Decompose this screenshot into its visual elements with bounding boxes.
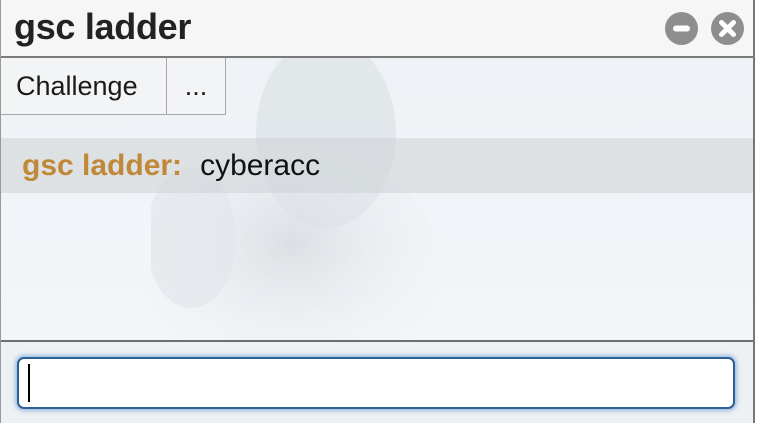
more-options-button[interactable]: ... [166,58,226,115]
close-button[interactable] [711,12,744,45]
title-bar[interactable]: gsc ladder [1,0,753,58]
chat-log: Challenge ... gsc ladder: cyberacc [1,58,753,340]
minimize-button[interactable] [665,12,698,45]
x-circle-icon [719,20,736,37]
message-username[interactable]: gsc ladder: [22,149,182,183]
window-title: gsc ladder [14,6,192,47]
tab-challenge[interactable]: Challenge [1,58,167,115]
text-caret [28,364,30,402]
chat-message: gsc ladder: cyberacc [1,138,753,193]
chat-input[interactable] [17,357,735,409]
message-text: cyberacc [200,148,321,182]
input-area [1,342,753,423]
minus-circle-icon [673,25,690,32]
chat-window: gsc ladder Challenge ... gsc ladder: cyb… [0,0,755,423]
tab-bar: Challenge ... [1,58,226,117]
